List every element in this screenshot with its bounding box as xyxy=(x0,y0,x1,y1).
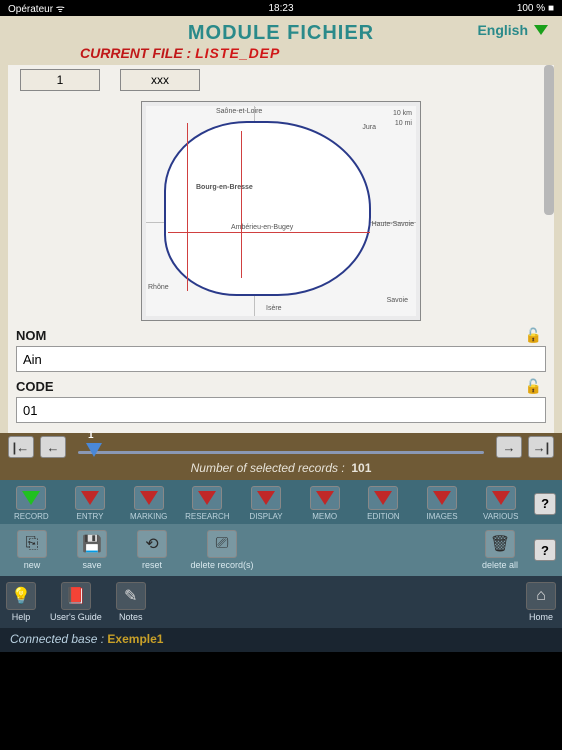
users-guide-nav[interactable]: 📕 User's Guide xyxy=(50,582,102,622)
form-area: 1 xxx Saône-et-Loire Jura Bourg-en-Bress… xyxy=(8,65,554,433)
triangle-down-icon xyxy=(198,491,216,505)
language-selector[interactable]: English xyxy=(477,22,548,38)
field-box-1[interactable]: 1 xyxy=(20,69,100,91)
field-label-nom: NOM xyxy=(16,328,46,343)
help-nav[interactable]: 💡 Help xyxy=(6,582,36,622)
tab-edition[interactable]: EDITION xyxy=(358,486,409,521)
tab-bar: RECORD ENTRY MARKING RESEARCH DISPLAY ME… xyxy=(0,480,562,524)
next-button[interactable]: → xyxy=(496,436,522,458)
language-label: English xyxy=(477,22,528,38)
book-icon: 📕 xyxy=(61,582,91,610)
unlock-icon[interactable]: 🔓 xyxy=(525,378,542,395)
help-button[interactable]: ? xyxy=(534,539,556,561)
field-box-2[interactable]: xxx xyxy=(120,69,200,91)
triangle-down-icon xyxy=(140,491,158,505)
triangle-down-icon xyxy=(257,491,275,505)
tab-various[interactable]: VARIOUS xyxy=(475,486,526,521)
map-label: Rhône xyxy=(148,284,169,291)
chevron-down-icon xyxy=(534,25,548,35)
triangle-down-icon xyxy=(81,491,99,505)
tab-entry[interactable]: ENTRY xyxy=(65,486,116,521)
triangle-down-icon xyxy=(22,491,40,505)
delete-all-button[interactable]: 🗑 delete all xyxy=(474,530,526,570)
map-label: Saône-et-Loire xyxy=(216,108,262,115)
triangle-down-icon xyxy=(492,491,510,505)
status-time: 18:23 xyxy=(190,3,372,14)
action-bar: ⎘ new 💾 save ⟲ reset ⎚ delete record(s) … xyxy=(0,524,562,576)
reset-button[interactable]: ⟲ reset xyxy=(126,530,178,570)
save-button[interactable]: 💾 save xyxy=(66,530,118,570)
last-button[interactable]: →| xyxy=(528,436,554,458)
status-battery: 100 % ■ xyxy=(372,3,554,14)
current-file-value: LISTE_DEP xyxy=(195,45,280,61)
prev-button[interactable]: ← xyxy=(40,436,66,458)
new-button[interactable]: ⎘ new xyxy=(6,530,58,570)
notes-icon: ✎ xyxy=(116,582,146,610)
footer-status: Connected base : Exemple1 xyxy=(0,628,562,652)
map-label: Isère xyxy=(266,305,282,312)
map-image[interactable]: Saône-et-Loire Jura Bourg-en-Bresse Ambé… xyxy=(141,101,421,321)
first-button[interactable]: |← xyxy=(8,436,34,458)
scrollbar[interactable] xyxy=(544,65,554,215)
home-icon: ⌂ xyxy=(526,582,556,610)
delete-records-button[interactable]: ⎚ delete record(s) xyxy=(186,530,258,570)
unlock-icon[interactable]: 🔓 xyxy=(525,327,542,344)
triangle-down-icon xyxy=(433,491,451,505)
slider-position: 1 xyxy=(88,430,94,441)
tab-marking[interactable]: MARKING xyxy=(123,486,174,521)
record-slider[interactable]: 1 xyxy=(78,437,484,457)
triangle-down-icon xyxy=(316,491,334,505)
reset-icon: ⟲ xyxy=(137,530,167,558)
page-title: MODULE FICHIER xyxy=(10,22,552,45)
status-bar: Opérateur ᯤ 18:23 100 % ■ xyxy=(0,0,562,16)
tab-record[interactable]: RECORD xyxy=(6,486,57,521)
tab-memo[interactable]: MEMO xyxy=(299,486,350,521)
bulb-icon: 💡 xyxy=(6,582,36,610)
code-field[interactable] xyxy=(16,397,546,423)
map-label: Bourg-en-Bresse xyxy=(196,184,253,191)
map-label: Haute-Savoie xyxy=(372,221,414,228)
tab-images[interactable]: IMAGES xyxy=(417,486,468,521)
current-file-label: CURRENT FILE : xyxy=(80,45,191,61)
map-scale: 10 km xyxy=(393,110,412,117)
tab-display[interactable]: DISPLAY xyxy=(241,486,292,521)
notes-nav[interactable]: ✎ Notes xyxy=(116,582,146,622)
delete-icon: ⎚ xyxy=(207,530,237,558)
slider-thumb-icon[interactable] xyxy=(86,443,102,457)
new-icon: ⎘ xyxy=(17,530,47,558)
save-icon: 💾 xyxy=(77,530,107,558)
carrier-label: Opérateur ᯤ xyxy=(8,1,190,15)
home-nav[interactable]: ⌂ Home xyxy=(526,582,556,622)
triangle-down-icon xyxy=(374,491,392,505)
bottom-bar: 💡 Help 📕 User's Guide ✎ Notes ⌂ Home xyxy=(0,576,562,628)
nom-field[interactable] xyxy=(16,346,546,372)
map-label: Jura xyxy=(362,124,376,131)
map-label: Savoie xyxy=(387,297,408,304)
delete-all-icon: 🗑 xyxy=(485,530,515,558)
tab-research[interactable]: RESEARCH xyxy=(182,486,233,521)
help-button[interactable]: ? xyxy=(534,493,556,515)
current-file: CURRENT FILE : LISTE_DEP xyxy=(10,45,552,61)
map-scale: 10 mi xyxy=(395,120,412,127)
field-label-code: CODE xyxy=(16,379,54,394)
record-count: Number of selected records : 101 xyxy=(0,461,562,480)
map-label: Ambérieu-en-Bugey xyxy=(231,224,293,231)
